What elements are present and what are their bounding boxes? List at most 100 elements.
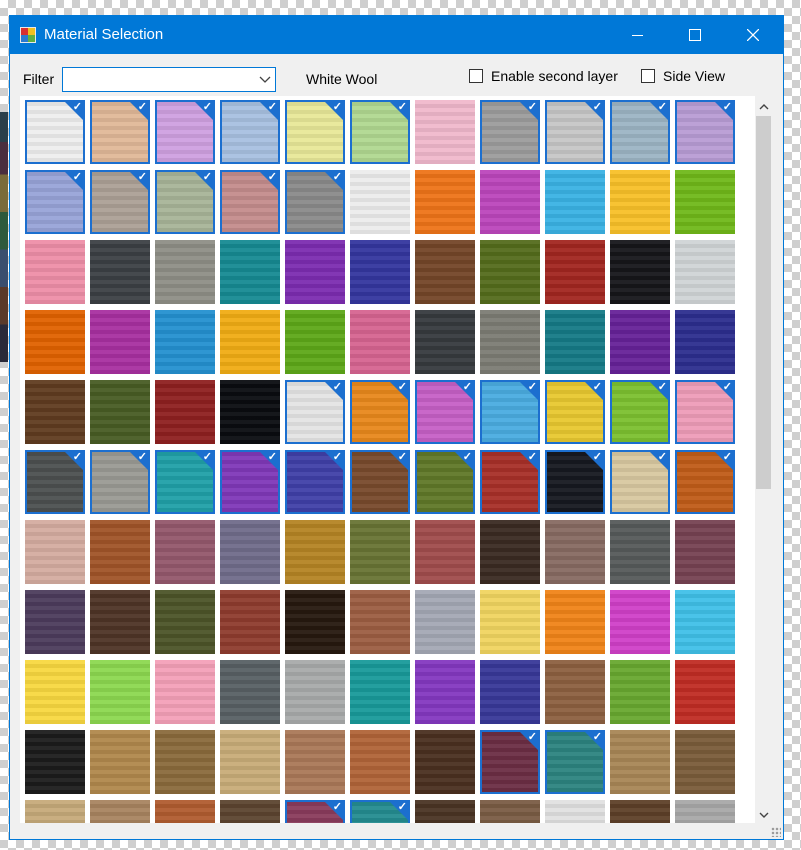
- material-tile[interactable]: [608, 238, 673, 308]
- material-tile[interactable]: [23, 378, 88, 448]
- material-swatch[interactable]: ✓: [350, 800, 410, 823]
- material-swatch[interactable]: [25, 590, 85, 654]
- material-tile[interactable]: [348, 238, 413, 308]
- material-tile[interactable]: ✓: [413, 448, 478, 518]
- material-tile[interactable]: [608, 728, 673, 798]
- material-tile[interactable]: [413, 238, 478, 308]
- material-tile[interactable]: [608, 588, 673, 658]
- material-swatch[interactable]: [675, 800, 735, 823]
- material-tile[interactable]: [543, 238, 608, 308]
- material-tile[interactable]: ✓: [478, 378, 543, 448]
- material-swatch[interactable]: [220, 240, 280, 304]
- chevron-down-icon[interactable]: [257, 71, 273, 87]
- material-swatch[interactable]: [415, 660, 475, 724]
- material-tile[interactable]: [218, 588, 283, 658]
- material-tile[interactable]: ✓: [478, 448, 543, 518]
- material-swatch[interactable]: [610, 730, 670, 794]
- material-tile[interactable]: ✓: [543, 98, 608, 168]
- material-tile[interactable]: [673, 238, 738, 308]
- material-swatch[interactable]: [90, 380, 150, 444]
- material-swatch[interactable]: [90, 660, 150, 724]
- material-swatch[interactable]: [415, 800, 475, 823]
- material-tile[interactable]: [23, 798, 88, 823]
- material-swatch[interactable]: [155, 520, 215, 584]
- material-tile[interactable]: ✓: [348, 448, 413, 518]
- material-swatch[interactable]: ✓: [220, 170, 280, 234]
- maximize-button[interactable]: [666, 16, 724, 54]
- title-bar[interactable]: Material Selection: [10, 16, 783, 54]
- material-tile[interactable]: [478, 308, 543, 378]
- material-tile[interactable]: [608, 168, 673, 238]
- material-tile[interactable]: ✓: [218, 98, 283, 168]
- material-tile[interactable]: ✓: [283, 448, 348, 518]
- material-swatch[interactable]: [480, 170, 540, 234]
- material-tile[interactable]: ✓: [478, 728, 543, 798]
- material-swatch[interactable]: [675, 170, 735, 234]
- material-swatch[interactable]: [220, 800, 280, 823]
- material-swatch[interactable]: [350, 660, 410, 724]
- material-tile[interactable]: [348, 518, 413, 588]
- material-tile[interactable]: [283, 588, 348, 658]
- material-swatch[interactable]: [675, 520, 735, 584]
- material-swatch[interactable]: [415, 310, 475, 374]
- material-tile[interactable]: ✓: [478, 98, 543, 168]
- material-swatch[interactable]: [155, 380, 215, 444]
- material-tile[interactable]: [88, 308, 153, 378]
- material-tile[interactable]: [673, 798, 738, 823]
- material-swatch[interactable]: [155, 590, 215, 654]
- material-tile[interactable]: [153, 658, 218, 728]
- side-view-checkbox[interactable]: Side View: [641, 67, 725, 85]
- material-swatch[interactable]: ✓: [25, 450, 85, 514]
- material-swatch[interactable]: [220, 660, 280, 724]
- material-tile[interactable]: ✓: [283, 798, 348, 823]
- material-tile[interactable]: ✓: [153, 98, 218, 168]
- material-swatch[interactable]: [90, 730, 150, 794]
- enable-second-layer-checkbox[interactable]: Enable second layer: [469, 67, 618, 85]
- material-swatch[interactable]: [350, 170, 410, 234]
- material-tile[interactable]: [23, 238, 88, 308]
- material-tile[interactable]: ✓: [23, 168, 88, 238]
- material-tile[interactable]: [23, 518, 88, 588]
- material-tile[interactable]: [413, 518, 478, 588]
- material-swatch[interactable]: ✓: [90, 170, 150, 234]
- material-swatch[interactable]: ✓: [480, 730, 540, 794]
- material-swatch[interactable]: [90, 590, 150, 654]
- material-tile[interactable]: [23, 588, 88, 658]
- material-swatch[interactable]: [480, 240, 540, 304]
- material-swatch[interactable]: [220, 380, 280, 444]
- material-swatch[interactable]: [220, 520, 280, 584]
- material-swatch[interactable]: [545, 240, 605, 304]
- material-tile[interactable]: ✓: [88, 448, 153, 518]
- material-swatch[interactable]: ✓: [675, 380, 735, 444]
- material-swatch[interactable]: ✓: [285, 100, 345, 164]
- material-swatch[interactable]: ✓: [90, 450, 150, 514]
- material-tile[interactable]: [478, 658, 543, 728]
- material-swatch[interactable]: ✓: [285, 380, 345, 444]
- material-swatch[interactable]: ✓: [610, 380, 670, 444]
- material-swatch[interactable]: [90, 240, 150, 304]
- material-swatch[interactable]: ✓: [285, 170, 345, 234]
- material-tile[interactable]: ✓: [153, 168, 218, 238]
- material-swatch[interactable]: ✓: [220, 100, 280, 164]
- material-tile[interactable]: [413, 98, 478, 168]
- material-tile[interactable]: ✓: [673, 378, 738, 448]
- material-tile[interactable]: [608, 658, 673, 728]
- material-swatch[interactable]: [285, 660, 345, 724]
- material-tile[interactable]: [478, 588, 543, 658]
- material-tile[interactable]: [218, 518, 283, 588]
- material-tile[interactable]: [153, 378, 218, 448]
- material-tile[interactable]: [283, 518, 348, 588]
- material-swatch[interactable]: [285, 730, 345, 794]
- material-tile[interactable]: [673, 308, 738, 378]
- material-swatch[interactable]: [285, 590, 345, 654]
- scrollbar-thumb[interactable]: [756, 116, 771, 489]
- material-swatch[interactable]: [675, 590, 735, 654]
- material-swatch[interactable]: [220, 730, 280, 794]
- material-swatch[interactable]: ✓: [25, 170, 85, 234]
- checkbox-box[interactable]: [469, 69, 483, 83]
- material-swatch[interactable]: [415, 730, 475, 794]
- material-swatch[interactable]: [25, 240, 85, 304]
- material-tile[interactable]: [673, 658, 738, 728]
- material-tile[interactable]: [218, 658, 283, 728]
- material-tile[interactable]: [348, 308, 413, 378]
